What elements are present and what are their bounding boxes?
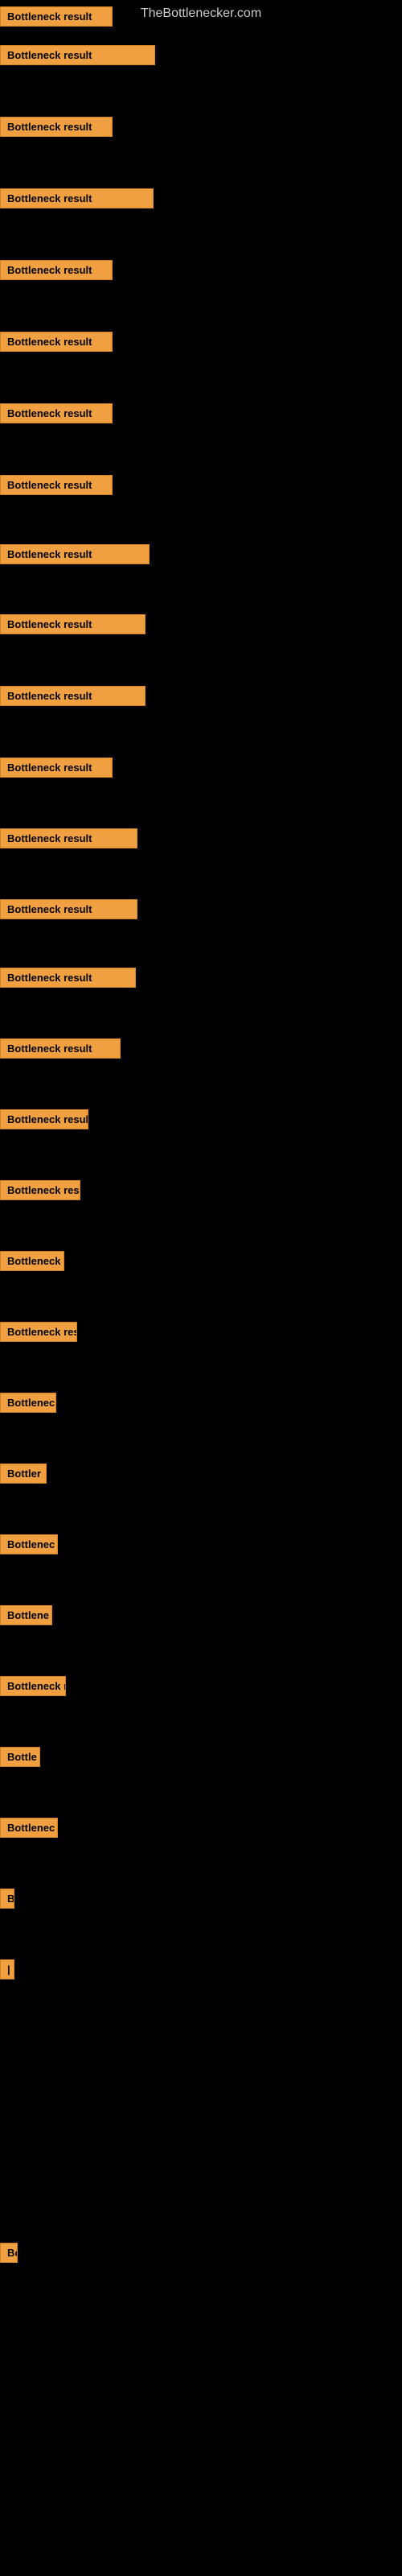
bottleneck-row: Bottleneck result	[0, 1038, 121, 1063]
bottleneck-label-5: Bottleneck result	[0, 332, 113, 352]
bottleneck-label-18: Bottleneck	[0, 1251, 64, 1271]
bottleneck-label-3: Bottleneck result	[0, 188, 154, 208]
bottleneck-row: Bottlenec	[0, 1534, 58, 1558]
bottleneck-row: Bottlenec	[0, 1393, 56, 1417]
bottleneck-label-16: Bottleneck resul	[0, 1109, 88, 1129]
bottleneck-label-24: Bottleneck r	[0, 1676, 66, 1696]
bottleneck-row: Bottleneck result	[0, 117, 113, 141]
bottleneck-row: Bottleneck result	[0, 614, 146, 638]
bottleneck-label-6: Bottleneck result	[0, 403, 113, 423]
bottleneck-row: Bottleneck result	[0, 475, 113, 499]
bottleneck-label-10: Bottleneck result	[0, 686, 146, 706]
bottleneck-row: Bottlene	[0, 1605, 52, 1629]
bottleneck-row: Bottleneck resul	[0, 1109, 88, 1133]
bottleneck-row: Bottleneck result	[0, 968, 136, 992]
bottleneck-row: Bottleneck result	[0, 544, 150, 568]
bottleneck-row: Bottleneck res	[0, 1180, 80, 1204]
bottleneck-row: Bottleneck	[0, 1251, 64, 1275]
bottleneck-row: Bottler	[0, 1463, 47, 1488]
bottleneck-label-13: Bottleneck result	[0, 899, 137, 919]
bottleneck-label-27: B	[0, 1889, 14, 1909]
bottleneck-row: Bottlenec	[0, 1818, 58, 1842]
bottleneck-row: Bottleneck result	[0, 260, 113, 284]
bottleneck-row: Bo	[0, 2243, 18, 2267]
bottleneck-label-1: Bottleneck result	[0, 45, 155, 65]
bottleneck-label-12: Bottleneck result	[0, 828, 137, 848]
bottleneck-row: B	[0, 1889, 14, 1913]
bottleneck-label-14: Bottleneck result	[0, 968, 136, 988]
bottleneck-row: Bottleneck result	[0, 403, 113, 427]
bottleneck-row: Bottleneck res	[0, 1322, 77, 1346]
bottleneck-row: Bottleneck result	[0, 758, 113, 782]
bottleneck-row: Bottleneck result	[0, 332, 113, 356]
bottleneck-label-11: Bottleneck result	[0, 758, 113, 778]
bottleneck-label-28: |	[0, 1959, 14, 1979]
bottleneck-label-20: Bottlenec	[0, 1393, 56, 1413]
bottleneck-label-21: Bottler	[0, 1463, 47, 1484]
bottleneck-row: Bottleneck r	[0, 1676, 66, 1700]
bottleneck-label-25: Bottle	[0, 1747, 40, 1767]
bottleneck-row: |	[0, 1959, 14, 1984]
bottleneck-row: Bottleneck result	[0, 6, 113, 31]
bottleneck-label-7: Bottleneck result	[0, 475, 113, 495]
bottleneck-label-22: Bottlenec	[0, 1534, 58, 1554]
bottleneck-label-17: Bottleneck res	[0, 1180, 80, 1200]
bottleneck-label-15: Bottleneck result	[0, 1038, 121, 1059]
bottleneck-row: Bottleneck result	[0, 899, 137, 923]
bottleneck-label-19: Bottleneck res	[0, 1322, 77, 1342]
bottleneck-label-9: Bottleneck result	[0, 614, 146, 634]
bottleneck-label-26: Bottlenec	[0, 1818, 58, 1838]
bottleneck-label-32: Bo	[0, 2243, 18, 2263]
bottleneck-label-23: Bottlene	[0, 1605, 52, 1625]
bottleneck-row: Bottleneck result	[0, 828, 137, 852]
bottleneck-label-8: Bottleneck result	[0, 544, 150, 564]
bottleneck-label-4: Bottleneck result	[0, 260, 113, 280]
bottleneck-label-0: Bottleneck result	[0, 6, 113, 27]
bottleneck-row: Bottleneck result	[0, 686, 146, 710]
bottleneck-row: Bottleneck result	[0, 188, 154, 213]
bottleneck-label-2: Bottleneck result	[0, 117, 113, 137]
bottleneck-row: Bottle	[0, 1747, 40, 1771]
bottleneck-row: Bottleneck result	[0, 45, 155, 69]
